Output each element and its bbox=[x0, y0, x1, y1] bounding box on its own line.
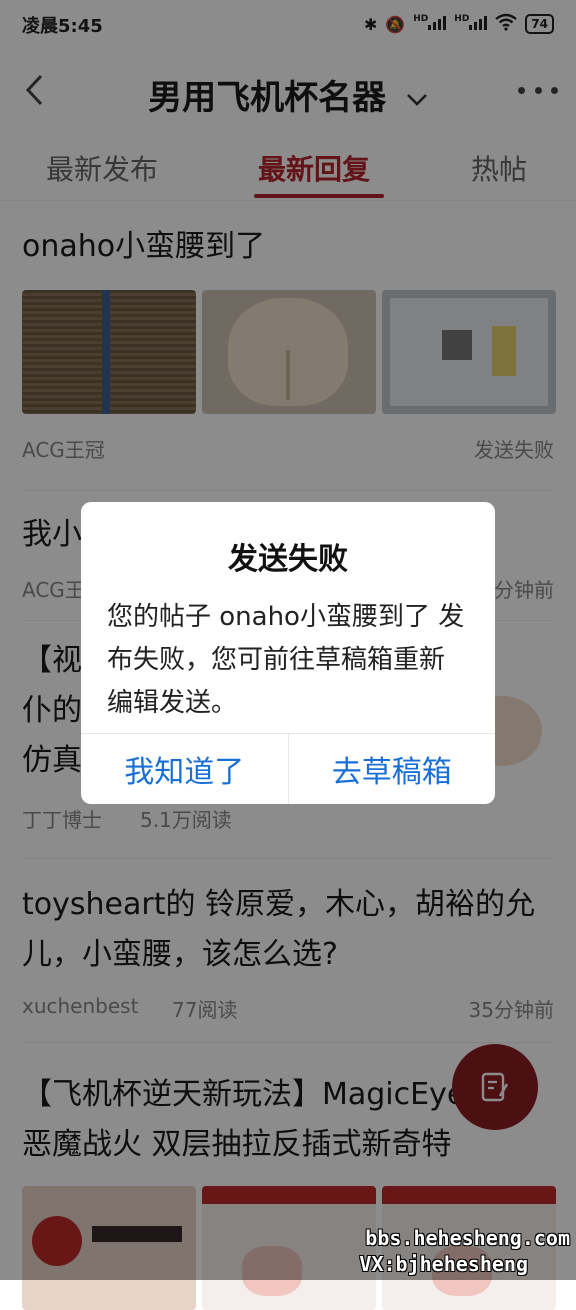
send-failed-dialog: 发送失败 您的帖子 onaho小蛮腰到了 发布失败，您可前往草稿箱重新编辑发送。… bbox=[81, 502, 495, 804]
dialog-message: 您的帖子 onaho小蛮腰到了 发布失败，您可前往草稿箱重新编辑发送。 bbox=[107, 602, 465, 718]
dialog-title: 发送失败 bbox=[228, 542, 348, 577]
dialog-buttons: 我知道了 去草稿箱 bbox=[81, 733, 495, 804]
watermark-line: VX:bjhehesheng bbox=[359, 1252, 528, 1276]
dismiss-button[interactable]: 我知道了 bbox=[81, 734, 288, 804]
go-to-drafts-button[interactable]: 去草稿箱 bbox=[287, 734, 496, 804]
watermark-line: bbs.hehesheng.com bbox=[365, 1226, 570, 1250]
